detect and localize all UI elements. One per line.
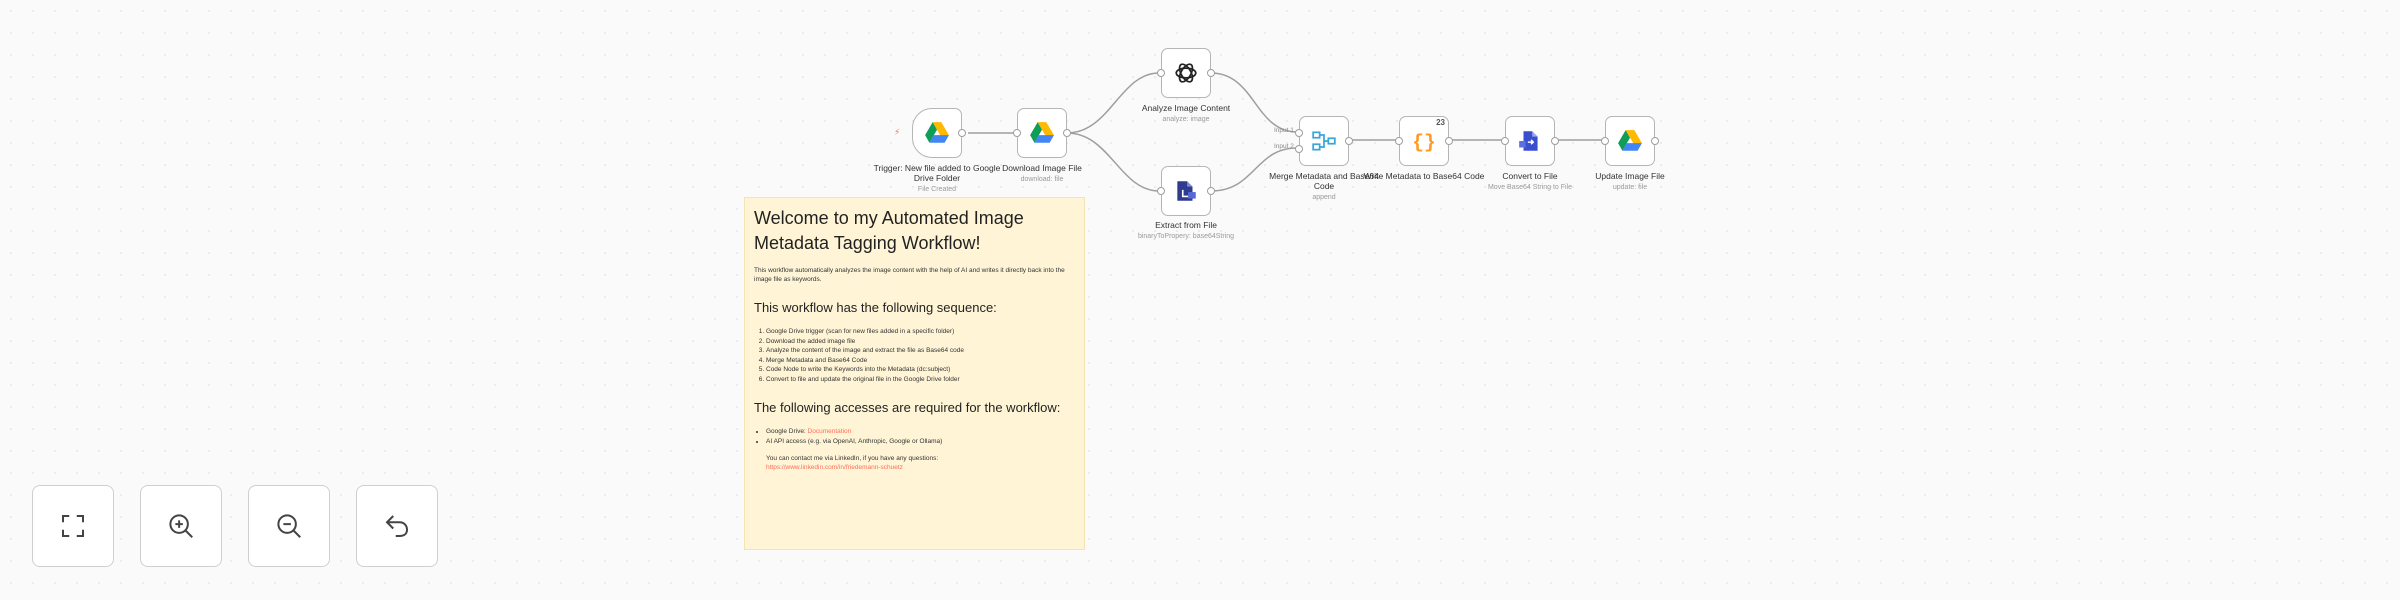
write-output-port[interactable] [1445, 137, 1453, 145]
node-merge[interactable] [1295, 116, 1353, 166]
convert-input-port[interactable] [1501, 137, 1509, 145]
list-item: Google Drive trigger (scan for new files… [766, 327, 1076, 337]
zoom-out-icon [277, 514, 301, 538]
note-steps-list: Google Drive trigger (scan for new files… [754, 327, 1076, 384]
extract-output-port[interactable] [1207, 187, 1215, 195]
node-analyze-label: Analyze Image Content analyze: image [1141, 103, 1231, 123]
note-contact: You can contact me via LinkedIn, if you … [766, 455, 939, 471]
list-item: AI API access (e.g. via OpenAI, Anthropi… [766, 437, 1076, 447]
list-item: Download the added image file [766, 337, 1076, 347]
node-trigger[interactable] [912, 108, 966, 158]
zoom-in-icon [169, 514, 193, 538]
extract-input-port[interactable] [1157, 187, 1165, 195]
undo-icon [385, 515, 409, 537]
list-item: Merge Metadata and Base64 Code [766, 356, 1076, 366]
node-update[interactable] [1601, 116, 1659, 166]
trigger-bolt-icon: ⚡ [894, 127, 901, 137]
fit-view-icon [62, 515, 84, 537]
note-intro: This workflow automatically analyzes the… [754, 267, 1065, 283]
note-title: Welcome to my Automated Image Metadata T… [754, 208, 1024, 253]
update-output-port[interactable] [1651, 137, 1659, 145]
openai-icon [1175, 63, 1197, 83]
note-access-list: Google Drive: Documentation AI API acces… [754, 427, 1076, 446]
node-download[interactable] [1013, 108, 1071, 158]
write-input-port[interactable] [1395, 137, 1403, 145]
merge-icon [1312, 131, 1336, 151]
google-drive-icon [1030, 122, 1054, 143]
merge-input-port-2[interactable] [1295, 145, 1303, 153]
list-item: Analyze the content of the image and ext… [766, 346, 1076, 356]
undo-button[interactable] [356, 485, 438, 567]
note-sequence-heading: This workflow has the following sequence… [754, 300, 997, 315]
workflow-canvas[interactable]: ⚡ Trigger: New file added to Google Driv… [0, 0, 2400, 600]
merge-input-port-1[interactable] [1295, 129, 1303, 137]
download-output-port[interactable] [1063, 129, 1071, 137]
convert-file-icon [1519, 131, 1538, 151]
download-input-port[interactable] [1013, 129, 1021, 137]
node-download-label: Download Image File download: file [1002, 163, 1082, 183]
linkedin-link[interactable]: https://www.linkedin.com/in/friedemann-s… [766, 464, 903, 471]
google-drive-icon [925, 122, 949, 143]
analyze-input-port[interactable] [1157, 69, 1165, 77]
list-item: Code Node to write the Keywords into the… [766, 365, 1076, 375]
update-input-port[interactable] [1601, 137, 1609, 145]
node-update-label: Update Image File update: file [1595, 171, 1665, 191]
list-item: Google Drive: Documentation [766, 427, 1076, 437]
merge-output-port[interactable] [1345, 137, 1353, 145]
node-write-badge: 23 [1436, 118, 1445, 127]
google-drive-icon [1618, 130, 1642, 151]
note-access-heading: The following accesses are required for … [754, 400, 1061, 415]
zoom-in-button[interactable] [140, 485, 222, 567]
fit-view-button[interactable] [32, 485, 114, 567]
node-analyze[interactable] [1157, 48, 1215, 98]
trigger-output-port[interactable] [958, 129, 966, 137]
sticky-note[interactable]: Welcome to my Automated Image Metadata T… [744, 197, 1085, 550]
node-extract[interactable] [1157, 166, 1215, 216]
node-convert[interactable] [1501, 116, 1559, 166]
code-braces-icon: {} [1412, 132, 1435, 154]
merge-input-2-label: Input 2 [1274, 143, 1294, 150]
file-extract-icon [1177, 181, 1196, 201]
node-write[interactable]: 23 {} [1395, 116, 1453, 166]
list-item: Convert to file and update the original … [766, 375, 1076, 385]
analyze-output-port[interactable] [1207, 69, 1215, 77]
node-extract-label: Extract from File binaryToPropery: base6… [1137, 220, 1235, 240]
convert-output-port[interactable] [1551, 137, 1559, 145]
documentation-link[interactable]: Documentation [808, 428, 852, 435]
svg-text:{}: {} [1412, 132, 1435, 154]
merge-input-1-label: Input 1 [1274, 127, 1294, 134]
zoom-out-button[interactable] [248, 485, 330, 567]
